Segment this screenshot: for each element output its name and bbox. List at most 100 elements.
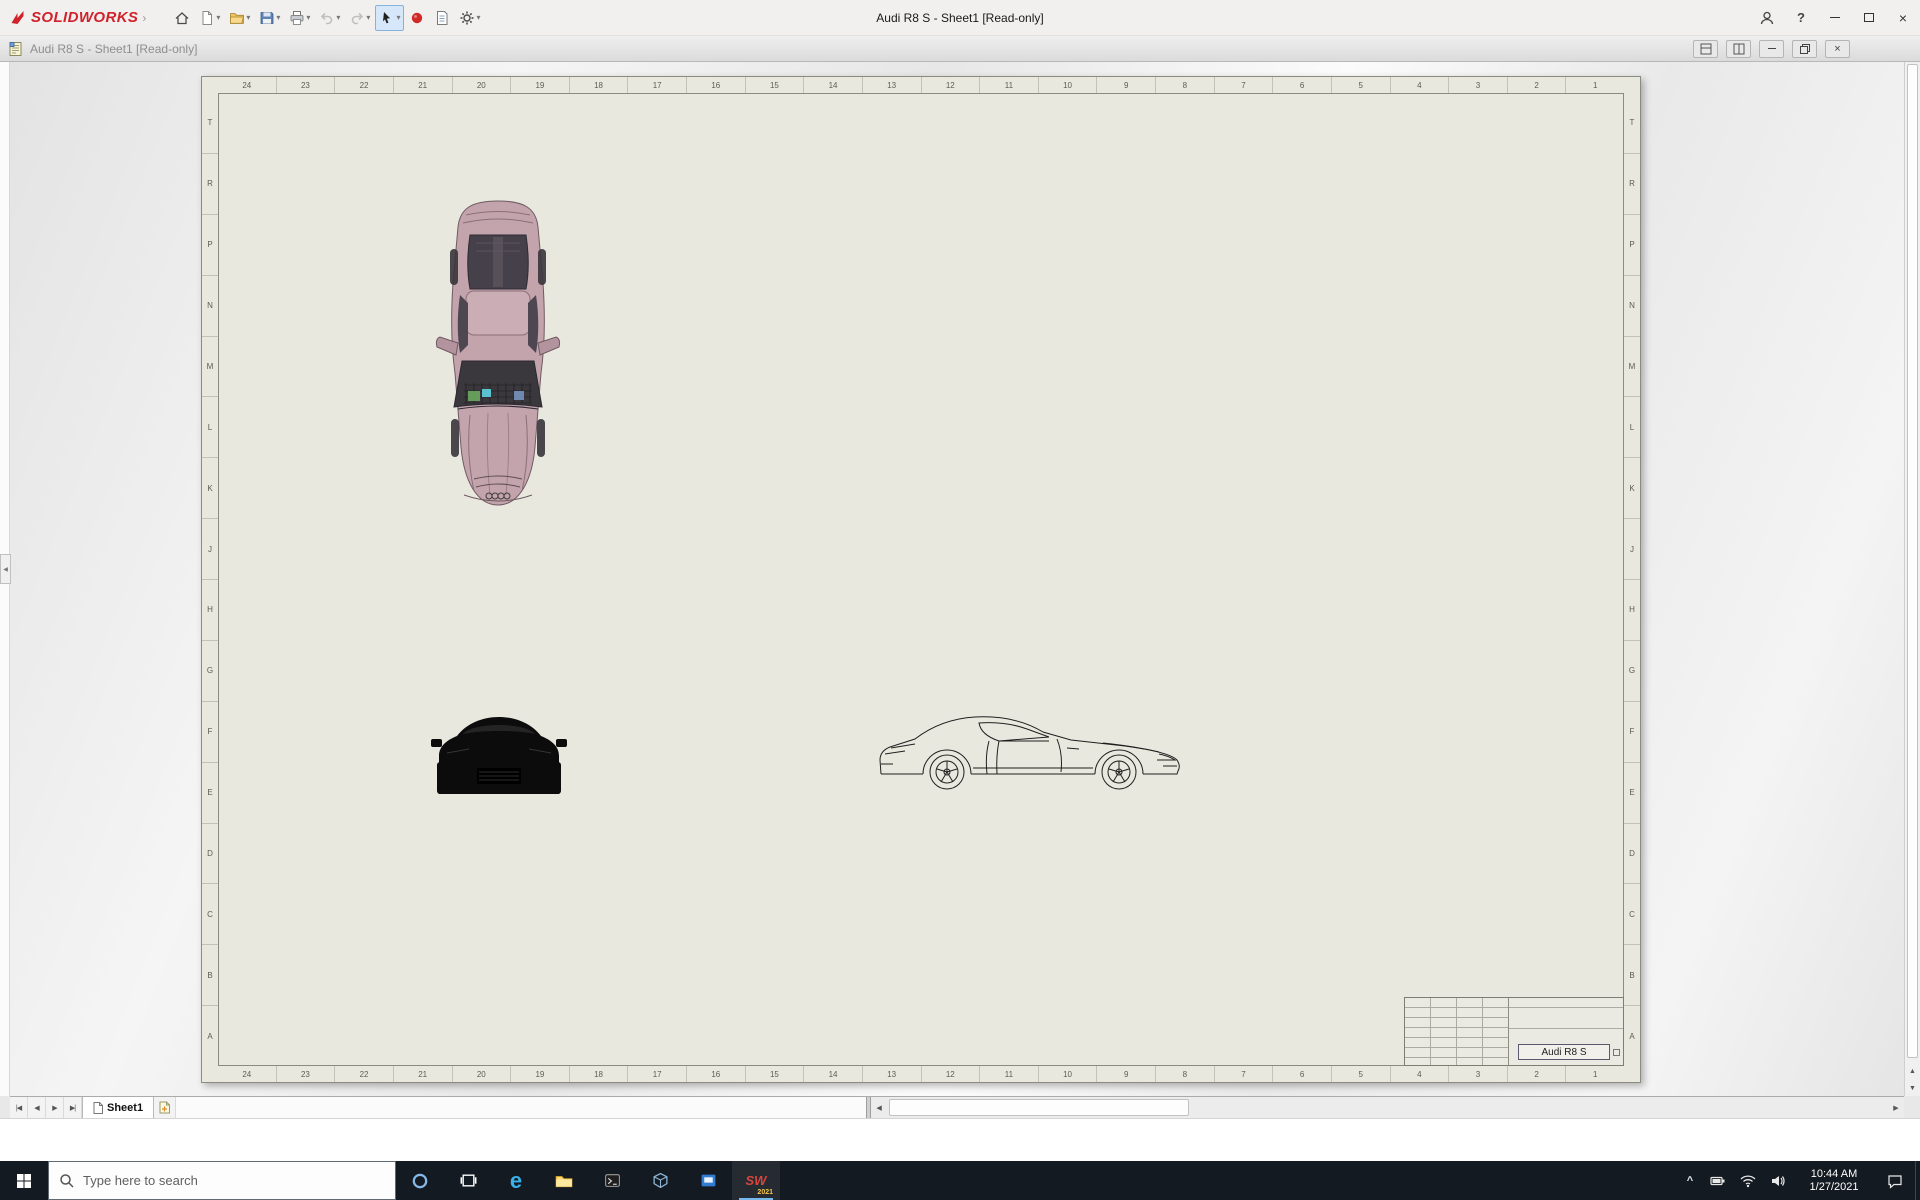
terminal-app-button[interactable] [588, 1161, 636, 1200]
document-window-buttons: × [1693, 39, 1850, 58]
title-block-checkbox[interactable] [1613, 1049, 1620, 1056]
show-desktop-button[interactable] [1915, 1161, 1920, 1200]
options-button[interactable]: ▾ [455, 5, 484, 31]
car-side-view-drawing[interactable] [871, 708, 1187, 798]
zone-label: P [202, 215, 218, 276]
title-block-part-name[interactable]: Audi R8 S [1518, 1044, 1610, 1060]
zone-label: L [202, 397, 218, 459]
volume-icon [1772, 1175, 1785, 1186]
redo-dropdown-icon[interactable]: ▾ [366, 13, 370, 22]
windows-taskbar: e SW 2021 ^ 10:44 AM 1/27/2021 [0, 1161, 1920, 1200]
sheet-zone-numbers-bottom: 24 23 22 21 20 19 18 17 16 15 14 13 12 11 10 9 8 7 6 5 4 3 2 1 [218, 1066, 1624, 1082]
zone-label: F [202, 702, 218, 763]
account-button[interactable] [1750, 0, 1784, 35]
new-document-button[interactable]: ▾ [195, 5, 224, 31]
blue-window-app-button[interactable] [684, 1161, 732, 1200]
start-button[interactable] [0, 1161, 48, 1200]
zone-label: 8 [1156, 1066, 1215, 1082]
doc-tile-windows-button[interactable] [1693, 39, 1718, 58]
horizontal-scrollbar-thumb[interactable] [889, 1099, 1190, 1116]
options-dropdown-icon[interactable]: ▾ [476, 13, 480, 22]
car-top-view-drawing[interactable] [430, 195, 566, 511]
vertical-scrollbar-thumb[interactable] [1907, 64, 1918, 1058]
doc-cascade-windows-button[interactable] [1726, 39, 1751, 58]
volume-button[interactable] [1763, 1161, 1793, 1200]
scroll-right-button[interactable]: ▶ [1888, 1097, 1904, 1118]
save-button[interactable]: ▾ [255, 5, 284, 31]
minimize-button[interactable] [1818, 0, 1852, 35]
doc-close-button[interactable]: × [1825, 39, 1850, 58]
add-sheet-button[interactable] [154, 1097, 177, 1118]
save-dropdown-icon[interactable]: ▾ [276, 13, 280, 22]
first-sheet-button[interactable]: |◀ [10, 1097, 28, 1118]
redo-button[interactable]: ▾ [345, 5, 374, 31]
task-pane-collapse-button[interactable]: ◀ [0, 554, 11, 584]
vertical-scrollbar[interactable]: ▲ ▼ [1904, 62, 1920, 1096]
file-explorer-button[interactable] [540, 1161, 588, 1200]
zone-label: 17 [628, 1066, 687, 1082]
edge-button[interactable]: e [492, 1161, 540, 1200]
zone-label: 5 [1332, 1066, 1391, 1082]
search-input[interactable] [83, 1173, 385, 1188]
doc-minimize-button[interactable] [1759, 39, 1784, 58]
document-title-bar: Audi R8 S - Sheet1 [Read-only] × [0, 36, 1920, 62]
zone-label: 13 [863, 77, 922, 93]
sheet-zone-letters-right: TRPNMLKJHGFEDCB A [1624, 93, 1640, 1066]
print-button[interactable]: ▾ [285, 5, 314, 31]
car-front-view-drawing[interactable] [431, 706, 567, 798]
drawing-sheet[interactable]: 24 23 22 21 20 19 18 17 16 15 14 13 12 11 10 9 8 7 6 5 4 3 2 1 … [201, 76, 1641, 1083]
print-dropdown-icon[interactable]: ▾ [306, 13, 310, 22]
zone-label: 9 [1097, 77, 1156, 93]
undo-dropdown-icon[interactable]: ▾ [336, 13, 340, 22]
zone-label: 12 [922, 1066, 981, 1082]
solidworks-taskbar-button[interactable]: SW 2021 [732, 1161, 780, 1200]
select-tool-button[interactable]: ▾ [375, 4, 405, 31]
taskbar-search-box[interactable] [48, 1161, 396, 1200]
window-footer [0, 1118, 1920, 1161]
taskbar-clock[interactable]: 10:44 AM 1/27/2021 [1793, 1161, 1875, 1200]
solidworks-brand[interactable]: SOLIDWORKS › [0, 9, 156, 26]
system-tray: ^ 10:44 AM 1/27/2021 [1677, 1161, 1920, 1200]
rebuild-button[interactable] [405, 5, 429, 31]
scroll-left-button[interactable]: ◀ [871, 1097, 887, 1118]
zone-label: P [1624, 215, 1640, 276]
close-button[interactable]: × [1886, 0, 1920, 35]
tab-sheet1[interactable]: Sheet1 [82, 1097, 155, 1118]
open-folder-icon [230, 12, 245, 24]
drawing-canvas[interactable]: 24 23 22 21 20 19 18 17 16 15 14 13 12 11 10 9 8 7 6 5 4 3 2 1 … [10, 62, 1904, 1096]
app-title-text: Audi R8 S - Sheet1 [Read-only] [876, 11, 1044, 25]
new-dropdown-icon[interactable]: ▾ [216, 13, 220, 22]
home-button[interactable] [170, 5, 194, 31]
minimize-icon [1830, 17, 1840, 18]
help-icon: ? [1797, 10, 1805, 25]
doc-restore-button[interactable] [1792, 39, 1817, 58]
open-dropdown-icon[interactable]: ▾ [246, 13, 250, 22]
previous-sheet-button[interactable]: ◀ [28, 1097, 46, 1118]
help-button[interactable]: ? [1784, 0, 1818, 35]
zone-label: C [1624, 884, 1640, 946]
open-button[interactable]: ▾ [225, 5, 254, 31]
select-dropdown-icon[interactable]: ▾ [396, 13, 400, 22]
battery-status-button[interactable] [1703, 1161, 1733, 1200]
notification-icon [1888, 1174, 1902, 1189]
brand-expand-arrow-icon[interactable]: › [142, 11, 146, 25]
horizontal-scrollbar[interactable]: ◀ ▶ [871, 1097, 1904, 1118]
file-properties-button[interactable] [430, 5, 454, 31]
select-arrow-icon [383, 11, 391, 23]
zone-label: N [1624, 276, 1640, 337]
sheet-tab-label: Sheet1 [107, 1101, 144, 1114]
last-sheet-button[interactable]: ▶| [64, 1097, 82, 1118]
hidden-icons-button[interactable]: ^ [1677, 1161, 1703, 1200]
network-status-button[interactable] [1733, 1161, 1763, 1200]
maximize-button[interactable] [1852, 0, 1886, 35]
next-sheet-button[interactable]: ▶ [46, 1097, 64, 1118]
action-center-button[interactable] [1875, 1161, 1915, 1200]
cube-app-button[interactable] [636, 1161, 684, 1200]
undo-button[interactable]: ▾ [315, 5, 344, 31]
task-view-button[interactable] [444, 1161, 492, 1200]
scroll-up-button[interactable]: ▲ [1905, 1063, 1920, 1079]
scroll-right-icon: ▶ [1893, 1104, 1899, 1112]
cortana-button[interactable] [396, 1161, 444, 1200]
scroll-down-button[interactable]: ▼ [1905, 1080, 1920, 1096]
zone-label: 11 [980, 1066, 1039, 1082]
